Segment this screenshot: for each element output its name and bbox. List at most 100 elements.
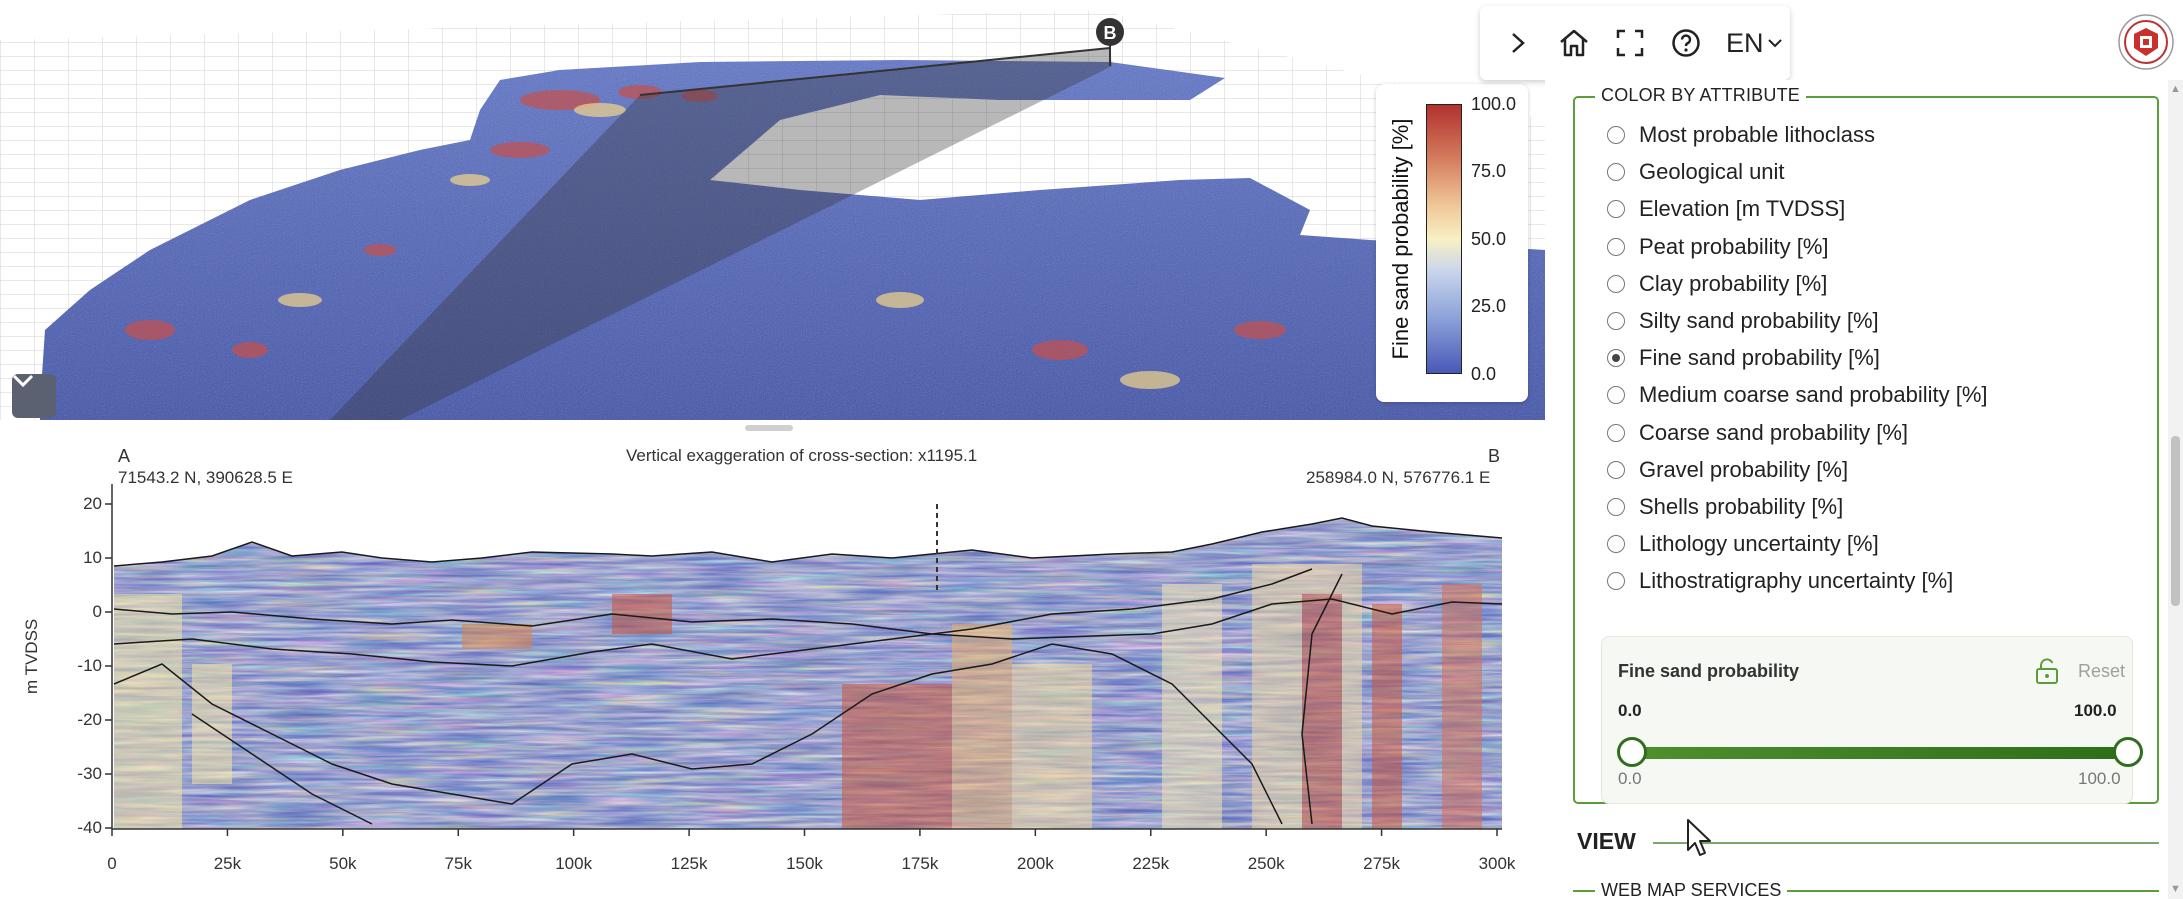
reset-range-button[interactable]: Reset xyxy=(2078,661,2125,682)
section-coord-b: 258984.0 N, 576776.1 E xyxy=(1306,468,1491,487)
section-exaggeration: Vertical exaggeration of cross-section: … xyxy=(626,446,978,465)
x-tick-label: 100k xyxy=(555,854,593,873)
color-by-heading: COLOR BY ATTRIBUTE xyxy=(1595,85,1806,106)
collapse-viewer-button[interactable] xyxy=(12,374,56,418)
attribute-option[interactable]: Lithology uncertainty [%] xyxy=(1607,529,1879,559)
section-label-a: A xyxy=(118,446,131,466)
attribute-option-label: Shells probability [%] xyxy=(1639,494,1844,519)
x-tick-label: 250k xyxy=(1247,854,1285,873)
attribute-option-label: Coarse sand probability [%] xyxy=(1639,419,1909,445)
view-section-heading[interactable]: VIEW xyxy=(1577,828,1636,855)
y-tick-label: -10 xyxy=(77,656,102,675)
organization-logo[interactable] xyxy=(2118,14,2174,70)
help-icon[interactable] xyxy=(1670,27,1702,59)
y-tick-label: -30 xyxy=(77,764,102,783)
view-divider xyxy=(1653,842,2159,844)
attribute-option[interactable]: Shells probability [%] xyxy=(1607,492,1843,522)
cross-section-panel[interactable]: A 71543.2 N, 390628.5 E Vertical exagger… xyxy=(12,434,1545,899)
settings-panel: COLOR BY ATTRIBUTE Most probable lithocl… xyxy=(1545,80,2183,899)
3d-scene[interactable]: B xyxy=(0,0,1545,420)
panel-scrollbar[interactable]: ▲ ▼ xyxy=(2168,80,2183,899)
chevron-down-icon xyxy=(1767,39,1782,48)
attribute-option[interactable]: Lithostratigraphy uncertainty [%] xyxy=(1607,566,1953,596)
x-tick-label: 300k xyxy=(1478,854,1516,873)
section-coord-a: 71543.2 N, 390628.5 E xyxy=(118,468,293,487)
radio-button[interactable] xyxy=(1607,274,1625,293)
radio-button[interactable] xyxy=(1607,460,1625,479)
legend-title: Fine sand probability [%] xyxy=(1388,118,1413,360)
range-filter-card: Fine sand probability Reset 0.0 100.0 0.… xyxy=(1601,636,2143,804)
range-min-limit: 0.0 xyxy=(1618,769,1642,788)
radio-button[interactable] xyxy=(1607,386,1625,405)
section-label-b: B xyxy=(1488,446,1501,466)
radio-button[interactable] xyxy=(1607,237,1625,256)
x-tick-label: 0 xyxy=(107,854,117,873)
attribute-option[interactable]: Gravel probability [%] xyxy=(1607,455,1848,485)
radio-button[interactable] xyxy=(1607,535,1625,554)
web-map-services-heading[interactable]: WEB MAP SERVICES xyxy=(1595,880,1788,899)
x-tick-label: 175k xyxy=(901,854,939,873)
radio-button[interactable] xyxy=(1607,349,1625,368)
radio-button[interactable] xyxy=(1607,423,1625,442)
x-tick-label: 200k xyxy=(1016,854,1054,873)
attribute-option[interactable]: Peat probability [%] xyxy=(1607,232,1829,262)
language-label: EN xyxy=(1726,27,1764,58)
attribute-option[interactable]: Most probable lithoclass xyxy=(1607,120,1875,150)
legend-tick: 100.0 xyxy=(1471,94,1517,114)
range-slider-max-thumb[interactable] xyxy=(2113,737,2143,767)
section-raster xyxy=(114,518,1502,829)
legend-colorbar xyxy=(1426,104,1462,374)
attribute-option[interactable]: Silty sand probability [%] xyxy=(1607,306,1879,336)
radio-button[interactable] xyxy=(1607,498,1625,516)
radio-button[interactable] xyxy=(1607,312,1625,330)
3d-viewer[interactable]: B Fine sand probability [%] 100.0 75.0 5… xyxy=(0,0,1545,420)
attribute-option[interactable]: Medium coarse sand probability [%] xyxy=(1607,380,1988,410)
x-tick-label: 150k xyxy=(786,854,823,873)
unlock-icon[interactable] xyxy=(2034,657,2060,685)
cross-section-plot[interactable] xyxy=(12,434,1545,899)
range-min-value: 0.0 xyxy=(1618,701,1642,720)
chevron-right-icon[interactable] xyxy=(1502,27,1534,59)
attribute-option[interactable]: Elevation [m TVDSS] xyxy=(1607,194,1845,224)
radio-button[interactable] xyxy=(1607,126,1625,144)
attribute-option-label: Lithostratigraphy uncertainty [%] xyxy=(1639,568,1954,594)
scroll-up-icon[interactable]: ▲ xyxy=(2170,84,2181,95)
attribute-option[interactable]: Clay probability [%] xyxy=(1607,269,1827,299)
attribute-option-label: Most probable lithoclass xyxy=(1639,122,1876,147)
x-tick-label: 50k xyxy=(329,854,357,873)
y-tick-label: -40 xyxy=(77,818,102,837)
color-by-attribute-section: COLOR BY ATTRIBUTE Most probable lithocl… xyxy=(1573,85,2159,804)
range-max-value: 100.0 xyxy=(2074,701,2117,720)
split-resize-handle[interactable] xyxy=(745,425,793,431)
radio-button[interactable] xyxy=(1607,572,1625,591)
scroll-down-icon[interactable]: ▼ xyxy=(2170,884,2181,895)
fullscreen-icon[interactable] xyxy=(1614,27,1646,59)
language-selector[interactable]: EN xyxy=(1726,28,1782,59)
range-slider-track[interactable] xyxy=(1617,737,2143,767)
range-slider-fill xyxy=(1632,747,2128,759)
attribute-option[interactable]: Coarse sand probability [%] xyxy=(1607,418,1908,448)
attribute-option-label: Gravel probability [%] xyxy=(1639,456,1849,482)
mouse-cursor-icon xyxy=(1687,819,1711,856)
scrollbar-thumb[interactable] xyxy=(2171,436,2180,606)
attribute-option-label: Lithology uncertainty [%] xyxy=(1639,531,1879,557)
home-icon[interactable] xyxy=(1558,27,1590,59)
legend-tick: 0.0 xyxy=(1471,364,1497,384)
range-slider-min-thumb[interactable] xyxy=(1617,737,1647,767)
x-tick-label: 275k xyxy=(1363,854,1401,873)
attribute-option-label: Elevation [m TVDSS] xyxy=(1639,196,1846,222)
attribute-option[interactable]: Fine sand probability [%] xyxy=(1607,343,1880,373)
svg-text:B: B xyxy=(1104,23,1117,43)
attribute-option-label: Fine sand probability [%] xyxy=(1639,345,1880,371)
radio-button[interactable] xyxy=(1607,200,1625,219)
x-tick-label: 225k xyxy=(1132,854,1170,873)
radio-button[interactable] xyxy=(1607,163,1625,182)
marker-b[interactable]: B xyxy=(1096,18,1124,46)
chevron-down-icon xyxy=(12,374,34,388)
range-max-limit: 100.0 xyxy=(2078,769,2121,788)
x-tick-label: 75k xyxy=(444,854,472,873)
x-tick-label: 125k xyxy=(670,854,708,873)
top-toolbar: EN xyxy=(1480,6,1790,80)
attribute-option-label: Geological unit xyxy=(1639,159,1785,185)
attribute-option[interactable]: Geological unit xyxy=(1607,157,1785,187)
